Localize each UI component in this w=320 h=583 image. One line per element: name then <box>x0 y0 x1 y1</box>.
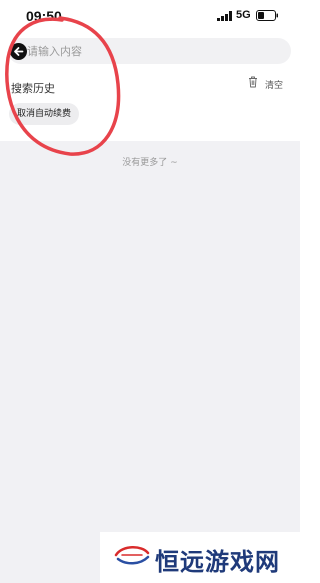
results-area <box>0 141 300 583</box>
search-history-title: 搜索历史 <box>11 82 55 95</box>
watermark-text: 恒远游戏网 <box>155 547 280 576</box>
status-bar: 09:50 5G <box>0 0 300 32</box>
history-chip[interactable]: 取消自动续费 <box>9 103 80 125</box>
status-time: 09:50 <box>26 8 62 24</box>
search-input[interactable] <box>27 40 277 62</box>
trash-icon[interactable] <box>248 76 258 88</box>
battery-icon <box>256 10 278 21</box>
clear-history-button[interactable]: 清空 <box>265 78 283 91</box>
watermark-logo-icon <box>114 546 150 565</box>
no-more-text: 没有更多了 ~ <box>122 158 178 168</box>
back-arrow-icon[interactable] <box>10 43 27 60</box>
signal-bars-icon <box>217 11 232 21</box>
network-type: 5G <box>236 9 251 21</box>
